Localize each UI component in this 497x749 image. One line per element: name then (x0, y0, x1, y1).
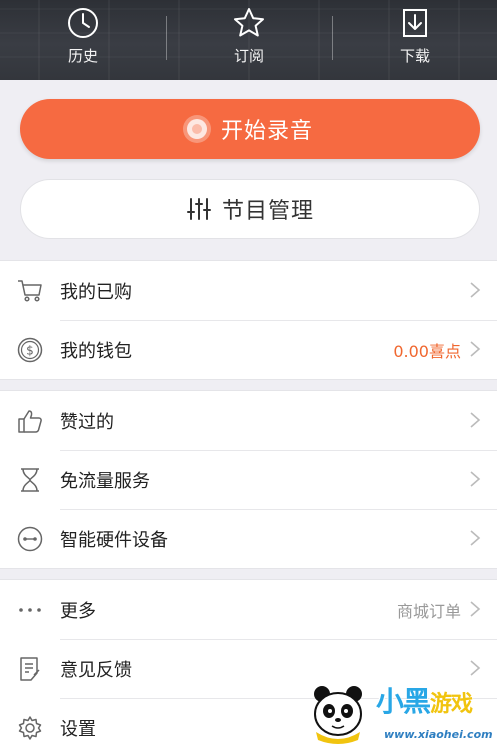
chevron-right-icon (470, 282, 481, 298)
download-icon (403, 9, 427, 37)
watermark-title-main: 小黑 (376, 685, 431, 718)
thumbs-up-icon (16, 407, 44, 435)
services-group: 赞过的 免流量服务 智能硬件设备 (0, 390, 497, 569)
panda-logo (314, 686, 362, 744)
chevron-right-icon (470, 530, 481, 546)
top-navigation-bar: 历史 订阅 下载 (0, 0, 497, 80)
list-item-free-data[interactable]: 免流量服务 (0, 450, 497, 509)
program-management-label: 节目管理 (221, 199, 314, 224)
chevron-right-icon (470, 341, 481, 357)
feedback-label: 意见反馈 (60, 659, 132, 681)
clock-icon (68, 8, 98, 38)
hourglass-icon (16, 466, 44, 494)
subscribe-tab[interactable]: 订阅 (204, 6, 294, 66)
liked-label: 赞过的 (60, 411, 114, 433)
watermark-title-sub: 游戏 (430, 692, 473, 717)
cart-icon (16, 277, 44, 305)
watermark-url: www.xiaohei.com (384, 728, 493, 741)
sliders-icon (186, 198, 211, 220)
wallet-label: 我的钱包 (60, 340, 132, 362)
svg-text:$: $ (26, 344, 34, 358)
chevron-right-icon (470, 412, 481, 428)
coin-icon: $ (16, 336, 44, 364)
more-label: 更多 (60, 600, 96, 622)
purchased-label: 我的已购 (60, 281, 132, 303)
history-tab[interactable]: 历史 (38, 6, 128, 66)
download-tab[interactable]: 下载 (370, 6, 460, 66)
start-recording-button[interactable]: 开始录音 (20, 99, 480, 159)
divider (166, 16, 167, 60)
list-item-liked[interactable]: 赞过的 (0, 391, 497, 450)
action-button-area: 开始录音 节目管理 (0, 80, 497, 260)
site-watermark: 小黑游戏 www.xiaohei.com (300, 678, 497, 749)
start-recording-label: 开始录音 (220, 119, 313, 144)
chevron-right-icon (470, 601, 481, 617)
list-item-wallet[interactable]: $ 我的钱包 0.00喜点 (0, 320, 497, 379)
device-icon (16, 525, 44, 553)
more-dots-icon (16, 596, 44, 624)
free-data-label: 免流量服务 (60, 470, 150, 492)
chevron-right-icon (470, 471, 481, 487)
program-management-button[interactable]: 节目管理 (20, 179, 480, 239)
watermark-title: 小黑游戏 (376, 680, 473, 720)
list-item-more[interactable]: 更多 商城订单 (0, 580, 497, 639)
star-icon (234, 8, 264, 37)
smart-hardware-label: 智能硬件设备 (60, 529, 168, 551)
mall-orders-text: 商城订单 (396, 601, 461, 621)
chevron-right-icon (470, 660, 481, 676)
list-item-purchased[interactable]: 我的已购 (0, 261, 497, 320)
gear-icon (16, 714, 44, 742)
history-label: 历史 (67, 47, 98, 65)
purchase-wallet-group: 我的已购 $ 我的钱包 0.00喜点 (0, 260, 497, 380)
subscribe-label: 订阅 (233, 47, 264, 65)
download-label: 下载 (399, 47, 430, 65)
list-item-smart-hardware[interactable]: 智能硬件设备 (0, 509, 497, 568)
settings-label: 设置 (60, 718, 96, 740)
divider (332, 16, 333, 60)
feedback-icon (16, 655, 44, 683)
wallet-balance: 0.00喜点 (393, 341, 461, 361)
record-dot-icon (186, 119, 207, 139)
